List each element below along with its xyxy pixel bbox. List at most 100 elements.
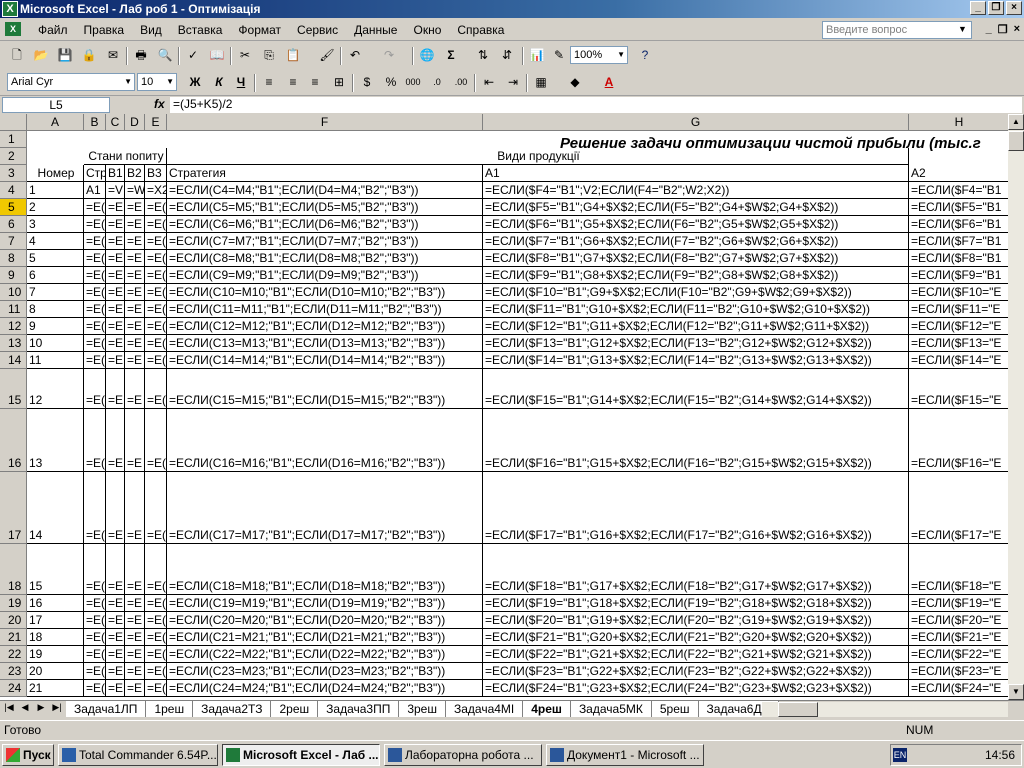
cell-h[interactable]: =ЕСЛИ($F6="В1: [909, 216, 1008, 233]
cell-c[interactable]: =Е: [106, 318, 125, 335]
copy-icon[interactable]: ⎘: [260, 46, 278, 64]
cell-f[interactable]: =ЕСЛИ(C21=M21;"В1";ЕСЛИ(D21=M21;"В2";"В3…: [167, 629, 483, 646]
cell-g[interactable]: =ЕСЛИ($F9="В1";G8+$X$2;ЕСЛИ(F9="В2";G8+$…: [483, 267, 909, 284]
cell-c[interactable]: В1: [106, 165, 125, 182]
row-header[interactable]: 9: [0, 267, 27, 284]
cell-f[interactable]: =ЕСЛИ(C13=M13;"В1";ЕСЛИ(D13=M13;"В2";"В3…: [167, 335, 483, 352]
decrease-indent-icon[interactable]: ⇤: [480, 73, 498, 91]
select-all-corner[interactable]: [0, 114, 27, 131]
cell-e[interactable]: =Е(: [145, 335, 167, 352]
cell-f[interactable]: =ЕСЛИ(C22=M22;"В1";ЕСЛИ(D22=M22;"В2";"В3…: [167, 646, 483, 663]
cell-h[interactable]: =ЕСЛИ($F7="В1: [909, 233, 1008, 250]
menu-item[interactable]: Сервис: [289, 22, 346, 38]
cell-d[interactable]: =Е: [125, 663, 145, 680]
cell-h[interactable]: =ЕСЛИ($F12="Е: [909, 318, 1008, 335]
cell-d[interactable]: =Е: [125, 595, 145, 612]
cell-g[interactable]: =ЕСЛИ($F20="В1";G19+$X$2;ЕСЛИ(F20="В2";G…: [483, 612, 909, 629]
cell-d[interactable]: =Е: [125, 284, 145, 301]
cell-a[interactable]: 19: [27, 646, 84, 663]
cell-d[interactable]: =Е: [125, 352, 145, 369]
insert-function-icon[interactable]: fx: [154, 97, 165, 111]
cell-g[interactable]: =ЕСЛИ($F12="В1";G11+$X$2;ЕСЛИ(F12="В2";G…: [483, 318, 909, 335]
cell-c[interactable]: =Е: [106, 352, 125, 369]
menu-item[interactable]: Вид: [132, 22, 170, 38]
cell-a[interactable]: 9: [27, 318, 84, 335]
cell-a[interactable]: 13: [27, 409, 84, 472]
zoom-select[interactable]: 100% ▼: [570, 46, 628, 64]
doc-restore-button[interactable]: ❐: [998, 23, 1008, 36]
sheet-tab[interactable]: 5реш: [651, 701, 699, 717]
cell-f[interactable]: =ЕСЛИ(C20=M20;"В1";ЕСЛИ(D20=M20;"В2";"В3…: [167, 612, 483, 629]
cell-e[interactable]: =Е(: [145, 646, 167, 663]
sort-descending-icon[interactable]: ⇵: [498, 46, 516, 64]
cell-c[interactable]: =Е: [106, 267, 125, 284]
cell-g[interactable]: =ЕСЛИ($F16="В1";G15+$X$2;ЕСЛИ(F16="В2";G…: [483, 409, 909, 472]
scroll-up-icon[interactable]: ▲: [1008, 114, 1024, 130]
cell-c[interactable]: =Е: [106, 663, 125, 680]
bold-button[interactable]: Ж: [186, 73, 204, 91]
cell-d[interactable]: =Е: [125, 267, 145, 284]
column-header[interactable]: F: [167, 114, 483, 131]
cell-e[interactable]: =Е(: [145, 216, 167, 233]
cell-d[interactable]: =Е: [125, 409, 145, 472]
cell-c[interactable]: =Е: [106, 409, 125, 472]
cell-c[interactable]: =Е: [106, 680, 125, 697]
cell-c[interactable]: =V: [106, 182, 125, 199]
taskbar-word-lab[interactable]: Лабораторна робота ...: [384, 744, 542, 766]
column-header[interactable]: H: [909, 114, 1008, 131]
cell-c[interactable]: =Е: [106, 301, 125, 318]
column-header[interactable]: G: [483, 114, 909, 131]
row-header[interactable]: 17: [0, 472, 27, 544]
align-right-icon[interactable]: ≡: [306, 73, 324, 91]
open-icon[interactable]: 📂: [32, 46, 50, 64]
menu-item[interactable]: Формат: [230, 22, 289, 38]
cell-c[interactable]: =Е: [106, 544, 125, 595]
cell-f[interactable]: =ЕСЛИ(C7=M7;"В1";ЕСЛИ(D7=M7;"В2";"В3")): [167, 233, 483, 250]
start-button[interactable]: Пуск: [2, 744, 54, 766]
cell-d[interactable]: =Е: [125, 199, 145, 216]
cell-e[interactable]: =Е(: [145, 352, 167, 369]
cell-b[interactable]: А1: [84, 182, 106, 199]
cell-b[interactable]: =Е(: [84, 352, 106, 369]
cell-c[interactable]: =Е: [106, 216, 125, 233]
menu-item[interactable]: Вставка: [170, 22, 231, 38]
cell-f[interactable]: =ЕСЛИ(C19=M19;"В1";ЕСЛИ(D19=M19;"В2";"В3…: [167, 595, 483, 612]
cell-a[interactable]: 7: [27, 284, 84, 301]
drawing-icon[interactable]: ✎: [550, 46, 568, 64]
cell-e[interactable]: В3: [145, 165, 167, 182]
cell-c[interactable]: =Е: [106, 199, 125, 216]
spelling-icon[interactable]: ✓: [184, 46, 202, 64]
cell-a[interactable]: 21: [27, 680, 84, 697]
row-header[interactable]: 10: [0, 284, 27, 301]
row-header[interactable]: 12: [0, 318, 27, 335]
scroll-down-icon[interactable]: ▼: [1008, 684, 1024, 700]
help-search-input[interactable]: Введите вопрос: [822, 21, 972, 39]
fill-color-icon[interactable]: ◆: [566, 73, 584, 91]
cell-d[interactable]: =Е: [125, 318, 145, 335]
new-icon[interactable]: 🗋: [8, 46, 26, 64]
chart-wizard-icon[interactable]: 📊: [528, 46, 546, 64]
cell-f[interactable]: =ЕСЛИ(C15=M15;"В1";ЕСЛИ(D15=M15;"В2";"В3…: [167, 369, 483, 409]
menu-item[interactable]: Справка: [449, 22, 512, 38]
cell-b[interactable]: =Е(: [84, 233, 106, 250]
help-dropdown-icon[interactable]: ▼: [958, 24, 967, 34]
decrease-decimal-icon[interactable]: .00: [452, 73, 470, 91]
cell-g[interactable]: =ЕСЛИ($F10="В1";G9+$X$2;ЕСЛИ(F10="В2";G9…: [483, 284, 909, 301]
cell-g[interactable]: =ЕСЛИ($F13="В1";G12+$X$2;ЕСЛИ(F13="В2";G…: [483, 335, 909, 352]
sheet-tab[interactable]: 1реш: [146, 701, 194, 717]
cell-g[interactable]: =ЕСЛИ($F23="В1";G22+$X$2;ЕСЛИ(F23="В2";G…: [483, 663, 909, 680]
cell-b[interactable]: =Е(: [84, 595, 106, 612]
row-header[interactable]: 5: [0, 199, 27, 216]
taskbar-word-doc[interactable]: Документ1 - Microsoft ...: [546, 744, 704, 766]
cell-a[interactable]: 16: [27, 595, 84, 612]
cell-e[interactable]: =Е(: [145, 472, 167, 544]
cell-h[interactable]: =ЕСЛИ($F9="В1: [909, 267, 1008, 284]
font-color-icon[interactable]: A: [600, 73, 618, 91]
cell-c[interactable]: =Е: [106, 250, 125, 267]
cell-g[interactable]: =ЕСЛИ($F18="В1";G17+$X$2;ЕСЛИ(F18="В2";G…: [483, 544, 909, 595]
cell-b[interactable]: =Е(: [84, 472, 106, 544]
name-box[interactable]: L5: [2, 97, 110, 113]
minimize-button[interactable]: _: [970, 1, 986, 15]
cell-d[interactable]: =Е: [125, 233, 145, 250]
cell-a[interactable]: 8: [27, 301, 84, 318]
